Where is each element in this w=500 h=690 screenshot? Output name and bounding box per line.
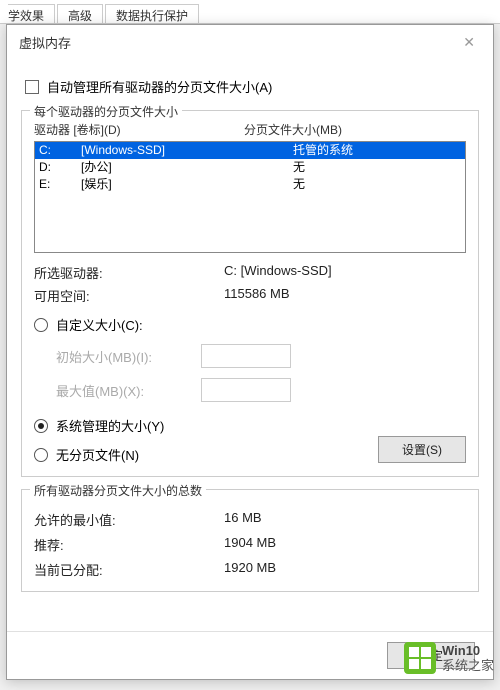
auto-manage-label: 自动管理所有驱动器的分页文件大小(A)	[47, 77, 272, 96]
ok-button[interactable]: 确定	[387, 642, 475, 669]
radio-no-paging[interactable]: 无分页文件(N)	[34, 445, 378, 464]
drive-label: [办公]	[81, 159, 253, 176]
drive-row-c[interactable]: C: [Windows-SSD] 托管的系统	[35, 142, 465, 159]
totals-group: 所有驱动器分页文件大小的总数 允许的最小值: 16 MB 推荐: 1904 MB…	[21, 489, 479, 592]
drive-row-e[interactable]: E: [娱乐] 无	[35, 176, 465, 193]
free-space-label: 可用空间:	[34, 286, 224, 305]
drive-label: [Windows-SSD]	[81, 142, 253, 159]
cur-value: 1920 MB	[224, 560, 466, 579]
max-size-label: 最大值(MB)(X):	[56, 381, 201, 400]
rec-value: 1904 MB	[224, 535, 466, 554]
drive-list-header: 驱动器 [卷标](D) 分页文件大小(MB)	[34, 121, 466, 138]
drive-list[interactable]: C: [Windows-SSD] 托管的系统 D: [办公] 无 E: [娱乐]…	[34, 141, 466, 253]
titlebar: 虚拟内存 ✕	[7, 25, 493, 59]
virtual-memory-dialog: 虚拟内存 ✕ 自动管理所有驱动器的分页文件大小(A) 每个驱动器的分页文件大小 …	[6, 24, 494, 680]
radio-system-managed[interactable]: 系统管理的大小(Y)	[34, 416, 466, 435]
tab-visual-effects[interactable]: 学效果	[8, 4, 55, 23]
checkbox-icon	[25, 80, 39, 94]
close-icon[interactable]: ✕	[457, 30, 481, 55]
radio-none-label: 无分页文件(N)	[56, 445, 139, 464]
selected-drive-value: C: [Windows-SSD]	[224, 263, 466, 282]
drive-pf: 无	[253, 159, 463, 176]
drive-letter: D:	[37, 159, 81, 176]
min-value: 16 MB	[224, 510, 466, 529]
dialog-buttons: 确定	[7, 631, 493, 679]
drive-letter: E:	[37, 176, 81, 193]
free-space-value: 115586 MB	[224, 286, 466, 305]
col-drive-header: 驱动器 [卷标](D)	[34, 121, 244, 138]
auto-manage-checkbox[interactable]: 自动管理所有驱动器的分页文件大小(A)	[25, 77, 479, 96]
initial-size-label: 初始大小(MB)(I):	[56, 347, 201, 366]
per-drive-group: 每个驱动器的分页文件大小 驱动器 [卷标](D) 分页文件大小(MB) C: […	[21, 110, 479, 477]
drive-pf: 托管的系统	[253, 142, 463, 159]
col-size-header: 分页文件大小(MB)	[244, 121, 466, 138]
radio-system-label: 系统管理的大小(Y)	[56, 416, 164, 435]
dialog-title: 虚拟内存	[19, 33, 457, 52]
rec-label: 推荐:	[34, 535, 224, 554]
drive-row-d[interactable]: D: [办公] 无	[35, 159, 465, 176]
selected-drive-label: 所选驱动器:	[34, 263, 224, 282]
drive-label: [娱乐]	[81, 176, 253, 193]
radio-icon	[34, 419, 48, 433]
totals-caption: 所有驱动器分页文件大小的总数	[30, 482, 206, 499]
set-button[interactable]: 设置(S)	[378, 436, 466, 463]
group-caption: 每个驱动器的分页文件大小	[30, 103, 182, 120]
drive-letter: C:	[37, 142, 81, 159]
max-size-input[interactable]	[201, 378, 291, 402]
drive-pf: 无	[253, 176, 463, 193]
min-label: 允许的最小值:	[34, 510, 224, 529]
tab-advanced[interactable]: 高级	[57, 4, 103, 23]
radio-icon	[34, 448, 48, 462]
background-tabs: 学效果 高级 数据执行保护	[0, 0, 500, 24]
radio-icon	[34, 318, 48, 332]
radio-custom-size[interactable]: 自定义大小(C):	[34, 315, 466, 334]
tab-dep[interactable]: 数据执行保护	[105, 4, 199, 23]
cur-label: 当前已分配:	[34, 560, 224, 579]
initial-size-input[interactable]	[201, 344, 291, 368]
radio-custom-label: 自定义大小(C):	[56, 315, 143, 334]
